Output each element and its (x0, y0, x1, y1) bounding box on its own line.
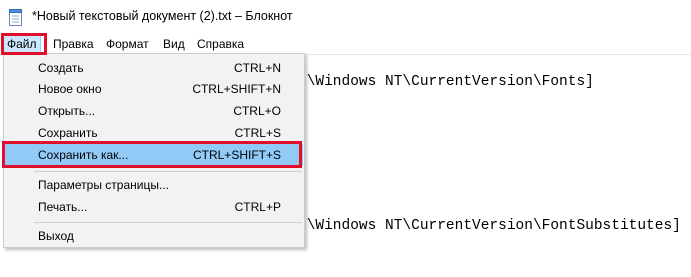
menu-item-shortcut: CTRL+SHIFT+S (192, 148, 281, 162)
menu-item-label: Выход (38, 229, 74, 243)
menu-item-shortcut: CTRL+S (234, 126, 281, 140)
menu-item-label: Параметры страницы... (38, 178, 169, 192)
editor-line: t\Windows NT\CurrentVersion\FontSubstitu… (298, 218, 681, 234)
menu-separator (34, 171, 302, 172)
menu-file[interactable]: Файл (3, 34, 41, 54)
menu-item-label: Сохранить как... (38, 148, 129, 162)
menu-item-print[interactable]: Печать... CTRL+P (5, 196, 303, 218)
menu-format[interactable]: Формат (106, 36, 149, 52)
menu-view[interactable]: Вид (163, 36, 185, 52)
menu-help[interactable]: Справка (197, 36, 244, 52)
menu-item-label: Новое окно (38, 82, 102, 96)
menu-item-shortcut: CTRL+P (234, 200, 281, 214)
menu-item-label: Сохранить (38, 126, 98, 140)
menu-separator (34, 222, 302, 223)
editor-line: t\Windows NT\CurrentVersion\Fonts] (298, 74, 594, 90)
file-menu-dropdown: Создать CTRL+N Новое окно CTRL+SHIFT+N О… (3, 53, 305, 248)
menu-item-save[interactable]: Сохранить CTRL+S (5, 122, 303, 144)
menu-bar: Файл Правка Формат Вид Справка (0, 34, 691, 54)
menu-item-open[interactable]: Открыть... CTRL+O (5, 100, 303, 122)
menu-item-label: Печать... (38, 200, 88, 214)
menu-item-shortcut: CTRL+O (233, 104, 281, 118)
menu-item-shortcut: CTRL+N (233, 61, 281, 75)
menu-item-new-window[interactable]: Новое окно CTRL+SHIFT+N (5, 78, 303, 100)
menu-item-save-as[interactable]: Сохранить как... CTRL+SHIFT+S (5, 144, 303, 166)
notepad-icon (9, 9, 23, 26)
menu-item-new[interactable]: Создать CTRL+N (5, 57, 303, 79)
title-bar: *Новый текстовый документ (2).txt – Блок… (0, 0, 691, 34)
menu-edit[interactable]: Правка (53, 36, 94, 52)
menu-item-exit[interactable]: Выход (5, 225, 303, 247)
menu-item-label: Создать (38, 61, 84, 75)
menu-item-page-setup[interactable]: Параметры страницы... (5, 174, 303, 196)
menu-item-label: Открыть... (38, 104, 96, 118)
window-title: *Новый текстовый документ (2).txt – Блок… (32, 9, 293, 23)
menu-item-shortcut: CTRL+SHIFT+N (192, 82, 281, 96)
